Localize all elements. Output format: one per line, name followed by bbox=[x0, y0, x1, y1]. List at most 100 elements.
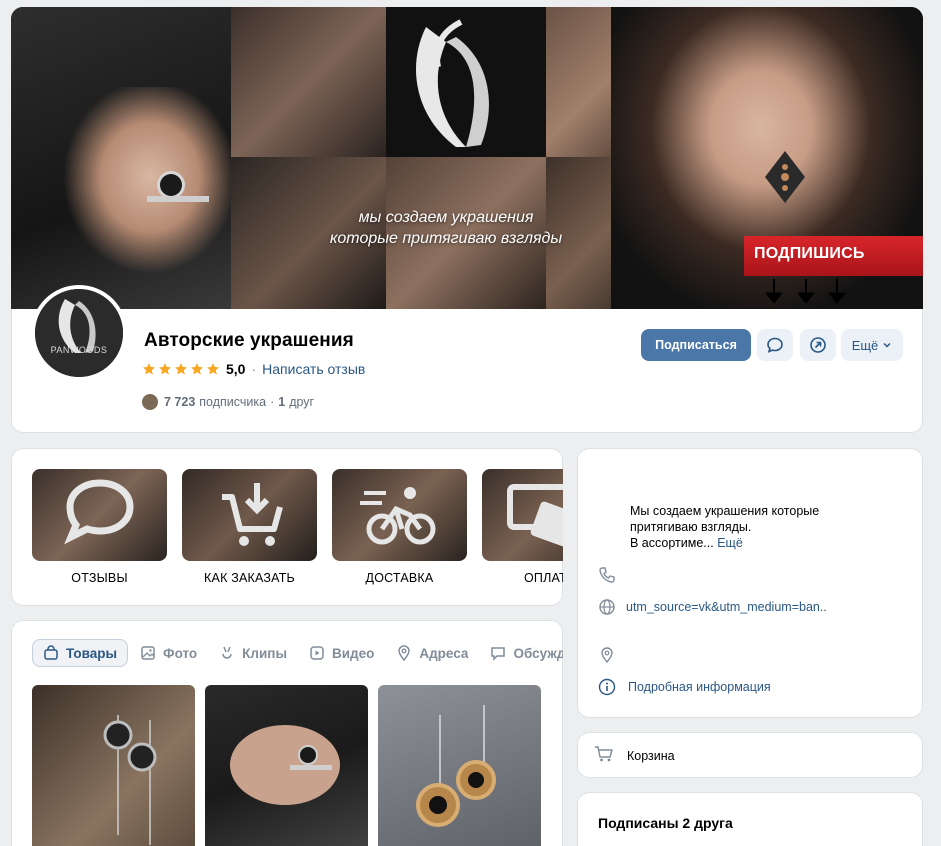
menu-label: ОТЗЫВЫ bbox=[71, 571, 128, 585]
location-icon bbox=[398, 645, 411, 661]
earring-photo bbox=[763, 147, 807, 205]
cart-row[interactable]: Корзина bbox=[594, 745, 675, 766]
followers-row[interactable]: 7 723 подписчика · 1 друг bbox=[142, 394, 314, 410]
tab-clips[interactable]: Клипы bbox=[209, 639, 297, 667]
info-card: Мы создаем украшения которые притягиваю … bbox=[577, 448, 923, 718]
description-line: Мы создаем украшения которые bbox=[630, 504, 820, 518]
tab-video[interactable]: Видео bbox=[299, 639, 384, 667]
friend-avatar bbox=[142, 394, 158, 410]
product-image-ring bbox=[230, 725, 340, 805]
page-title: Авторские украшения bbox=[144, 330, 354, 351]
cover-image[interactable]: мы создаем украшения которые притягиваю … bbox=[11, 7, 923, 309]
friends-label: друг bbox=[289, 395, 315, 409]
address-row[interactable] bbox=[597, 645, 626, 665]
tab-label: Фото bbox=[163, 645, 198, 661]
cover-tile-logo bbox=[386, 7, 546, 157]
promo-line-1: мы создаем украшения bbox=[358, 209, 534, 226]
menu-label: КАК ЗАКАЗАТЬ bbox=[204, 571, 295, 585]
tab-label: Товары bbox=[66, 645, 118, 661]
rating-row: 5,0 · Написать отзыв bbox=[142, 361, 365, 377]
friends-title[interactable]: Подписаны 2 друга bbox=[598, 815, 733, 831]
clips-icon bbox=[222, 646, 232, 659]
share-button[interactable] bbox=[800, 329, 836, 361]
avatar[interactable]: PANWOODS bbox=[31, 285, 127, 381]
bag-icon bbox=[44, 645, 58, 660]
tab-label: Видео bbox=[331, 645, 375, 661]
avatar-label: PANWOODS bbox=[50, 345, 108, 355]
followers-count: 7 723 bbox=[164, 395, 196, 409]
menu-label: ОПЛАТА bbox=[523, 571, 563, 585]
star-icon bbox=[207, 363, 219, 375]
subscribe-button[interactable]: Подписаться bbox=[641, 329, 751, 361]
goat-logo-icon bbox=[35, 289, 123, 377]
content-tabs-card: Товары Фото Клипы Видео Адреса Обсуждени… bbox=[11, 620, 563, 846]
message-icon bbox=[767, 337, 783, 353]
chat-bubble-icon bbox=[64, 479, 134, 545]
subscribe-ribbon: ПОДПИШИСЬ bbox=[744, 236, 923, 276]
menu-thumb bbox=[32, 469, 167, 561]
followers-label: подписчика bbox=[199, 395, 267, 409]
cart-icon bbox=[594, 745, 614, 766]
cart-card[interactable]: Корзина bbox=[577, 732, 923, 778]
content-tabs: Товары Фото Клипы Видео Адреса Обсуждени… bbox=[32, 639, 563, 667]
more-label: Ещё bbox=[851, 337, 879, 353]
description-line: притягиваю взгляды. bbox=[630, 520, 752, 534]
tab-addresses[interactable]: Адреса bbox=[386, 639, 478, 667]
tab-label: Клипы bbox=[242, 645, 287, 661]
menu-item-how-to-order[interactable]: КАК ЗАКАЗАТЬ bbox=[182, 469, 317, 585]
product-card[interactable] bbox=[32, 685, 195, 846]
message-button[interactable] bbox=[757, 329, 793, 361]
website-link[interactable]: utm_source=vk&utm_medium=ban.. bbox=[626, 600, 827, 614]
ring-photo bbox=[141, 169, 211, 205]
menu-item-payment[interactable]: ОПЛАТА bbox=[482, 469, 563, 585]
tab-photo[interactable]: Фото bbox=[130, 639, 207, 667]
chevron-down-icon bbox=[883, 342, 891, 348]
payment-icon bbox=[507, 484, 563, 553]
friends-card: Подписаны 2 друга bbox=[577, 792, 923, 846]
cyclist-icon bbox=[360, 487, 436, 545]
details-link[interactable]: Подробная информация bbox=[628, 680, 771, 694]
friends-count: 1 bbox=[278, 395, 286, 409]
tab-discussions[interactable]: Обсуждения bbox=[480, 639, 563, 667]
menu-thumb bbox=[182, 469, 317, 561]
menu-thumb bbox=[332, 469, 467, 561]
product-image-earrings bbox=[103, 715, 157, 845]
globe-icon bbox=[597, 597, 617, 617]
cover-promo-text: мы создаем украшения которые притягиваю … bbox=[311, 207, 581, 249]
photo-icon bbox=[141, 646, 155, 660]
video-icon bbox=[310, 646, 324, 660]
menu-label: ДОСТАВКА bbox=[365, 571, 434, 585]
group-description: Мы создаем украшения которые притягиваю … bbox=[630, 503, 870, 551]
more-button[interactable]: Ещё bbox=[841, 329, 903, 361]
down-arrows-icon bbox=[764, 279, 847, 304]
menu-item-delivery[interactable]: ДОСТАВКА bbox=[332, 469, 467, 585]
group-menu: ОТЗЫВЫ КАК ЗАКАЗАТЬ ДОСТАВКА ОПЛАТ bbox=[11, 448, 563, 606]
rating-stars bbox=[142, 362, 220, 376]
write-review-link[interactable]: Написать отзыв bbox=[262, 361, 365, 377]
star-icon bbox=[175, 363, 187, 375]
discussion-icon bbox=[491, 647, 506, 661]
separator-dot: · bbox=[270, 395, 275, 409]
tab-label: Адреса bbox=[419, 645, 469, 661]
cart-download-icon bbox=[222, 483, 283, 546]
info-icon bbox=[597, 677, 617, 697]
description-text: В ассортиме... bbox=[630, 536, 714, 550]
description-line: В ассортиме... Ещё bbox=[630, 535, 870, 551]
cover-tile-1 bbox=[231, 7, 386, 157]
cart-label: Корзина bbox=[627, 748, 675, 763]
star-icon bbox=[159, 363, 171, 375]
phone-icon bbox=[597, 565, 617, 585]
location-icon bbox=[597, 645, 617, 665]
product-card[interactable] bbox=[378, 685, 541, 846]
menu-thumb bbox=[482, 469, 563, 561]
website-row[interactable]: utm_source=vk&utm_medium=ban.. bbox=[597, 597, 827, 617]
product-image-gold-earrings bbox=[416, 705, 496, 827]
menu-item-reviews[interactable]: ОТЗЫВЫ bbox=[32, 469, 167, 585]
phone-row[interactable] bbox=[597, 565, 626, 585]
show-more-link[interactable]: Ещё bbox=[717, 536, 743, 550]
product-card[interactable] bbox=[205, 685, 368, 846]
tab-label: Обсуждения bbox=[513, 645, 563, 661]
share-icon bbox=[810, 337, 826, 353]
details-row[interactable]: Подробная информация bbox=[597, 677, 771, 697]
tab-goods[interactable]: Товары bbox=[32, 639, 129, 667]
